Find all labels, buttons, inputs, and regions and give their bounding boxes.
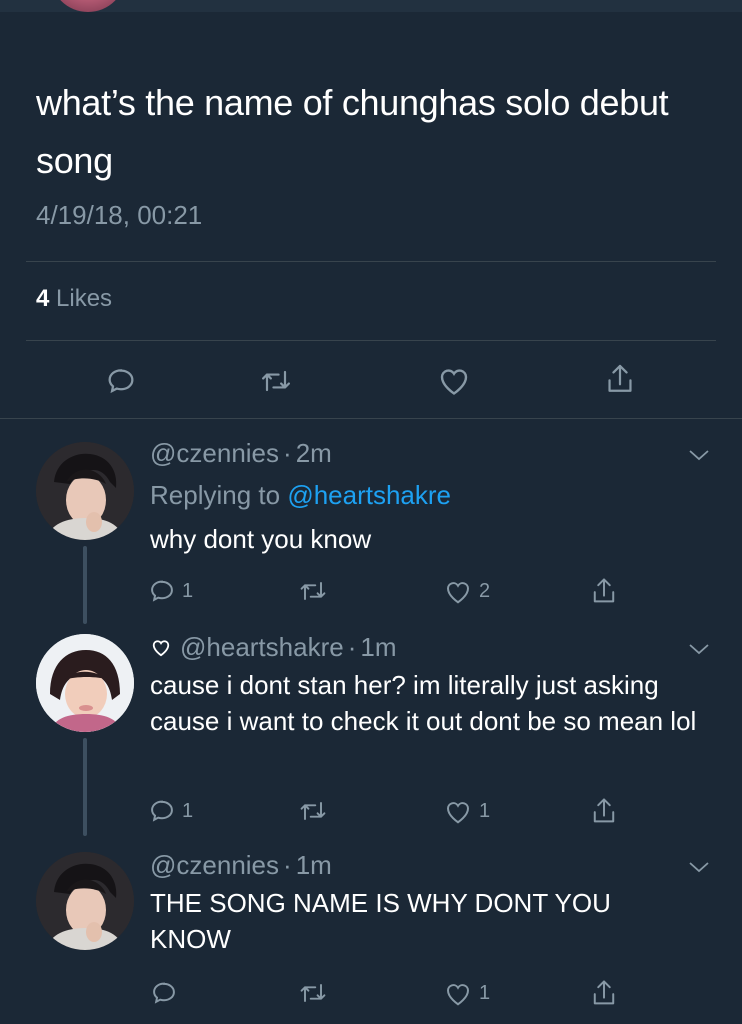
separator: · xyxy=(283,438,292,468)
reply-icon xyxy=(151,580,173,602)
avatar-image xyxy=(36,852,134,950)
thread-line xyxy=(83,546,87,624)
like-button[interactable] xyxy=(436,363,472,397)
mention-link[interactable]: @heartshakre xyxy=(287,480,451,510)
reply-text: THE SONG NAME IS WHY DONT YOU KNOW xyxy=(150,888,611,954)
reply-meta: @heartshakre · 1m xyxy=(150,632,397,663)
reply-icon xyxy=(153,982,175,1004)
like-button[interactable]: 1 xyxy=(443,979,490,1007)
separator: · xyxy=(283,850,292,880)
heart-icon xyxy=(446,984,470,1006)
user-handle[interactable]: @heartshakre xyxy=(180,632,344,662)
heart-icon xyxy=(440,369,468,395)
user-handle[interactable]: @czennies xyxy=(150,850,279,880)
share-button[interactable] xyxy=(590,576,618,606)
avatar[interactable] xyxy=(36,852,134,950)
avatar-image xyxy=(36,634,134,732)
share-icon xyxy=(593,798,615,823)
reply-meta: @czennies · 2m xyxy=(150,438,332,469)
reply-count: 1 xyxy=(182,799,194,822)
liked-by-author-icon xyxy=(152,640,170,657)
retweet-button[interactable] xyxy=(297,797,329,825)
main-tweet-text: what’s the name of chunghas solo debut s… xyxy=(36,82,669,181)
avatar[interactable] xyxy=(36,442,134,540)
likes-label: Likes xyxy=(56,285,113,312)
like-button[interactable]: 2 xyxy=(443,577,490,605)
reply-button[interactable]: 1 xyxy=(148,797,193,825)
reply-count: 1 xyxy=(182,579,194,602)
like-count: 1 xyxy=(479,799,491,822)
reply-time: 1m xyxy=(360,632,397,662)
thread-line xyxy=(83,738,87,836)
chevron-down-icon[interactable] xyxy=(686,446,712,464)
share-icon xyxy=(608,364,632,392)
share-icon xyxy=(593,578,615,603)
reply-button[interactable]: 1 xyxy=(148,577,193,605)
replying-prefix: Replying to xyxy=(150,480,281,510)
reply-time: 1m xyxy=(295,850,332,880)
like-count: 1 xyxy=(479,981,491,1004)
likes-number: 4 xyxy=(36,285,50,312)
heart-icon xyxy=(446,582,470,604)
retweet-button[interactable] xyxy=(258,365,294,397)
retweet-button[interactable] xyxy=(297,979,329,1007)
reply-button[interactable] xyxy=(150,979,184,1007)
reply-meta: @czennies · 1m xyxy=(150,850,332,881)
retweet-icon xyxy=(300,984,326,1002)
reply-icon xyxy=(151,800,173,822)
separator: · xyxy=(347,632,357,662)
reply-text: cause i dont stan her? im literally just… xyxy=(150,670,697,736)
retweet-icon xyxy=(262,370,290,392)
share-button[interactable] xyxy=(590,978,618,1008)
heart-icon xyxy=(446,802,470,824)
divider xyxy=(26,261,716,262)
user-handle[interactable]: @czennies xyxy=(150,438,279,468)
share-button[interactable] xyxy=(604,362,636,396)
like-count: 2 xyxy=(479,579,491,602)
chevron-down-icon[interactable] xyxy=(686,640,712,658)
like-button[interactable]: 1 xyxy=(443,797,490,825)
retweet-button[interactable] xyxy=(297,577,329,605)
likes-count[interactable]: 4 Likes xyxy=(36,285,112,313)
reply-text: why dont you know xyxy=(150,524,372,554)
reply-icon xyxy=(108,369,134,394)
divider xyxy=(0,418,742,419)
reply-time: 2m xyxy=(295,438,332,468)
share-button[interactable] xyxy=(590,796,618,826)
reply-button[interactable] xyxy=(105,365,137,397)
retweet-icon xyxy=(300,802,326,820)
retweet-icon xyxy=(300,582,326,600)
divider xyxy=(26,340,716,341)
share-icon xyxy=(593,980,615,1005)
avatar[interactable] xyxy=(36,634,134,732)
tweet-timestamp: 4/19/18, 00:21 xyxy=(36,200,203,230)
replying-to: Replying to @heartshakre xyxy=(150,480,451,511)
chevron-down-icon[interactable] xyxy=(686,858,712,876)
avatar-image xyxy=(36,442,134,540)
